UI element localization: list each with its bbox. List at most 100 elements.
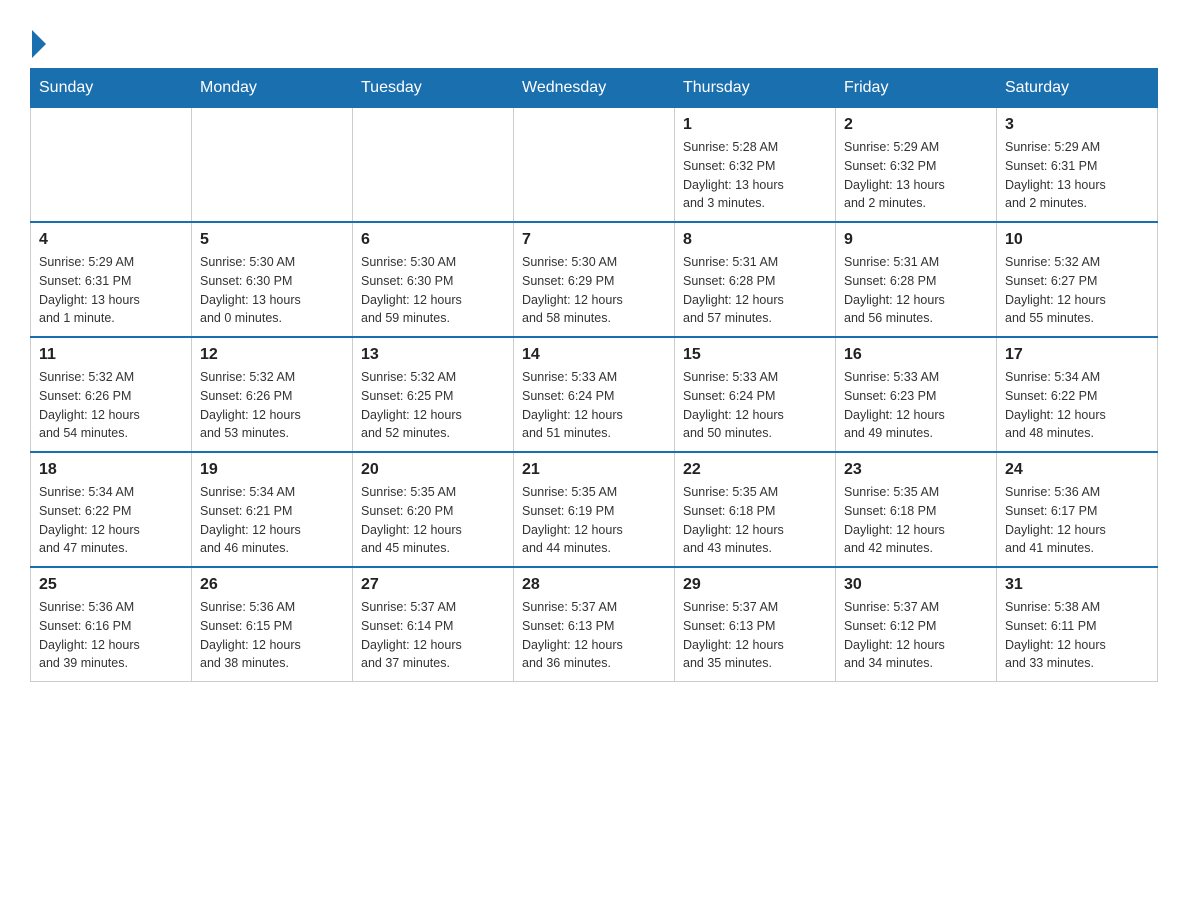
day-info: Sunrise: 5:37 AM Sunset: 6:12 PM Dayligh…	[844, 598, 988, 673]
calendar-week-row: 18 Sunrise: 5:34 AM Sunset: 6:22 PM Dayli…	[31, 452, 1158, 567]
calendar-cell: 6 Sunrise: 5:30 AM Sunset: 6:30 PM Daylig…	[353, 222, 514, 337]
day-info: Sunrise: 5:34 AM Sunset: 6:21 PM Dayligh…	[200, 483, 344, 558]
day-info: Sunrise: 5:29 AM Sunset: 6:31 PM Dayligh…	[1005, 138, 1149, 213]
day-info: Sunrise: 5:33 AM Sunset: 6:24 PM Dayligh…	[683, 368, 827, 443]
day-number: 27	[361, 576, 505, 594]
day-number: 11	[39, 346, 183, 364]
day-info: Sunrise: 5:32 AM Sunset: 6:25 PM Dayligh…	[361, 368, 505, 443]
day-number: 15	[683, 346, 827, 364]
calendar-cell: 5 Sunrise: 5:30 AM Sunset: 6:30 PM Daylig…	[192, 222, 353, 337]
calendar-cell: 22 Sunrise: 5:35 AM Sunset: 6:18 PM Dayli…	[675, 452, 836, 567]
day-number: 22	[683, 461, 827, 479]
calendar-table: SundayMondayTuesdayWednesdayThursdayFrid…	[30, 68, 1158, 682]
day-number: 13	[361, 346, 505, 364]
calendar-cell: 9Sunrise: 5:31 AM Sunset: 6:28 PM Daylig…	[836, 222, 997, 337]
day-number: 29	[683, 576, 827, 594]
calendar-cell: 27 Sunrise: 5:37 AM Sunset: 6:14 PM Dayli…	[353, 567, 514, 682]
day-number: 28	[522, 576, 666, 594]
day-number: 30	[844, 576, 988, 594]
calendar-header-row: SundayMondayTuesdayWednesdayThursdayFrid…	[31, 69, 1158, 108]
calendar-cell: 21Sunrise: 5:35 AM Sunset: 6:19 PM Dayli…	[514, 452, 675, 567]
calendar-cell: 7 Sunrise: 5:30 AM Sunset: 6:29 PM Daylig…	[514, 222, 675, 337]
day-info: Sunrise: 5:28 AM Sunset: 6:32 PM Dayligh…	[683, 138, 827, 213]
day-info: Sunrise: 5:31 AM Sunset: 6:28 PM Dayligh…	[844, 253, 988, 328]
calendar-cell: 15 Sunrise: 5:33 AM Sunset: 6:24 PM Dayli…	[675, 337, 836, 452]
calendar-cell: 14 Sunrise: 5:33 AM Sunset: 6:24 PM Dayli…	[514, 337, 675, 452]
day-number: 19	[200, 461, 344, 479]
day-number: 24	[1005, 461, 1149, 479]
calendar-cell: 30 Sunrise: 5:37 AM Sunset: 6:12 PM Dayli…	[836, 567, 997, 682]
calendar-cell: 12Sunrise: 5:32 AM Sunset: 6:26 PM Dayli…	[192, 337, 353, 452]
day-info: Sunrise: 5:37 AM Sunset: 6:13 PM Dayligh…	[522, 598, 666, 673]
calendar-cell: 4 Sunrise: 5:29 AM Sunset: 6:31 PM Daylig…	[31, 222, 192, 337]
day-info: Sunrise: 5:36 AM Sunset: 6:15 PM Dayligh…	[200, 598, 344, 673]
day-number: 17	[1005, 346, 1149, 364]
day-number: 8	[683, 231, 827, 249]
weekday-header-monday: Monday	[192, 69, 353, 108]
weekday-header-friday: Friday	[836, 69, 997, 108]
day-number: 3	[1005, 116, 1149, 134]
weekday-header-saturday: Saturday	[997, 69, 1158, 108]
logo	[30, 30, 46, 58]
day-number: 1	[683, 116, 827, 134]
day-info: Sunrise: 5:36 AM Sunset: 6:17 PM Dayligh…	[1005, 483, 1149, 558]
day-info: Sunrise: 5:35 AM Sunset: 6:18 PM Dayligh…	[844, 483, 988, 558]
calendar-week-row: 4 Sunrise: 5:29 AM Sunset: 6:31 PM Daylig…	[31, 222, 1158, 337]
day-number: 6	[361, 231, 505, 249]
calendar-week-row: 1 Sunrise: 5:28 AM Sunset: 6:32 PM Daylig…	[31, 108, 1158, 223]
calendar-week-row: 11 Sunrise: 5:32 AM Sunset: 6:26 PM Dayli…	[31, 337, 1158, 452]
day-info: Sunrise: 5:34 AM Sunset: 6:22 PM Dayligh…	[39, 483, 183, 558]
day-number: 18	[39, 461, 183, 479]
weekday-header-sunday: Sunday	[31, 69, 192, 108]
calendar-cell: 24 Sunrise: 5:36 AM Sunset: 6:17 PM Dayli…	[997, 452, 1158, 567]
day-info: Sunrise: 5:36 AM Sunset: 6:16 PM Dayligh…	[39, 598, 183, 673]
day-number: 16	[844, 346, 988, 364]
calendar-cell: 23Sunrise: 5:35 AM Sunset: 6:18 PM Dayli…	[836, 452, 997, 567]
day-info: Sunrise: 5:37 AM Sunset: 6:13 PM Dayligh…	[683, 598, 827, 673]
calendar-cell: 16 Sunrise: 5:33 AM Sunset: 6:23 PM Dayli…	[836, 337, 997, 452]
day-number: 2	[844, 116, 988, 134]
calendar-cell: 10Sunrise: 5:32 AM Sunset: 6:27 PM Dayli…	[997, 222, 1158, 337]
weekday-header-tuesday: Tuesday	[353, 69, 514, 108]
day-info: Sunrise: 5:30 AM Sunset: 6:30 PM Dayligh…	[200, 253, 344, 328]
calendar-cell	[514, 108, 675, 223]
calendar-cell: 1 Sunrise: 5:28 AM Sunset: 6:32 PM Daylig…	[675, 108, 836, 223]
day-number: 31	[1005, 576, 1149, 594]
day-info: Sunrise: 5:38 AM Sunset: 6:11 PM Dayligh…	[1005, 598, 1149, 673]
day-info: Sunrise: 5:30 AM Sunset: 6:30 PM Dayligh…	[361, 253, 505, 328]
day-info: Sunrise: 5:30 AM Sunset: 6:29 PM Dayligh…	[522, 253, 666, 328]
calendar-cell: 2 Sunrise: 5:29 AM Sunset: 6:32 PM Daylig…	[836, 108, 997, 223]
calendar-cell	[31, 108, 192, 223]
day-number: 25	[39, 576, 183, 594]
calendar-cell: 20Sunrise: 5:35 AM Sunset: 6:20 PM Dayli…	[353, 452, 514, 567]
day-number: 7	[522, 231, 666, 249]
calendar-cell: 11 Sunrise: 5:32 AM Sunset: 6:26 PM Dayli…	[31, 337, 192, 452]
day-info: Sunrise: 5:35 AM Sunset: 6:18 PM Dayligh…	[683, 483, 827, 558]
day-number: 21	[522, 461, 666, 479]
calendar-cell: 26Sunrise: 5:36 AM Sunset: 6:15 PM Dayli…	[192, 567, 353, 682]
day-info: Sunrise: 5:29 AM Sunset: 6:31 PM Dayligh…	[39, 253, 183, 328]
calendar-cell: 13 Sunrise: 5:32 AM Sunset: 6:25 PM Dayli…	[353, 337, 514, 452]
day-info: Sunrise: 5:31 AM Sunset: 6:28 PM Dayligh…	[683, 253, 827, 328]
day-info: Sunrise: 5:33 AM Sunset: 6:23 PM Dayligh…	[844, 368, 988, 443]
day-info: Sunrise: 5:37 AM Sunset: 6:14 PM Dayligh…	[361, 598, 505, 673]
weekday-header-wednesday: Wednesday	[514, 69, 675, 108]
day-info: Sunrise: 5:32 AM Sunset: 6:26 PM Dayligh…	[39, 368, 183, 443]
day-number: 5	[200, 231, 344, 249]
day-info: Sunrise: 5:33 AM Sunset: 6:24 PM Dayligh…	[522, 368, 666, 443]
day-number: 20	[361, 461, 505, 479]
day-number: 4	[39, 231, 183, 249]
page-header	[30, 20, 1158, 58]
calendar-cell: 29 Sunrise: 5:37 AM Sunset: 6:13 PM Dayli…	[675, 567, 836, 682]
day-info: Sunrise: 5:29 AM Sunset: 6:32 PM Dayligh…	[844, 138, 988, 213]
calendar-cell	[192, 108, 353, 223]
day-info: Sunrise: 5:32 AM Sunset: 6:27 PM Dayligh…	[1005, 253, 1149, 328]
calendar-cell: 3 Sunrise: 5:29 AM Sunset: 6:31 PM Daylig…	[997, 108, 1158, 223]
calendar-week-row: 25 Sunrise: 5:36 AM Sunset: 6:16 PM Dayli…	[31, 567, 1158, 682]
day-info: Sunrise: 5:34 AM Sunset: 6:22 PM Dayligh…	[1005, 368, 1149, 443]
calendar-cell	[353, 108, 514, 223]
day-number: 14	[522, 346, 666, 364]
calendar-cell: 19 Sunrise: 5:34 AM Sunset: 6:21 PM Dayli…	[192, 452, 353, 567]
day-info: Sunrise: 5:32 AM Sunset: 6:26 PM Dayligh…	[200, 368, 344, 443]
calendar-cell: 8 Sunrise: 5:31 AM Sunset: 6:28 PM Daylig…	[675, 222, 836, 337]
